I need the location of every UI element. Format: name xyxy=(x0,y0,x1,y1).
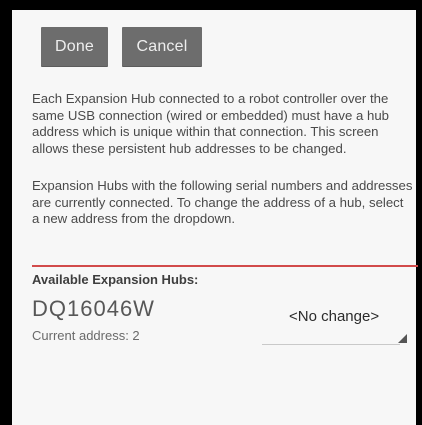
dropdown-arrow-icon xyxy=(398,334,407,343)
hub-serial-number: DQ16046W xyxy=(32,296,155,321)
description-paragraph-1: Each Expansion Hub connected to a robot … xyxy=(32,91,389,156)
hub-address-dropdown[interactable]: <No change> xyxy=(262,300,414,360)
toolbar: Done Cancel xyxy=(12,10,416,82)
available-hubs-heading: Available Expansion Hubs: xyxy=(32,272,199,287)
dropdown-underline xyxy=(262,344,400,345)
top-border xyxy=(0,0,422,10)
description-paragraph-2: Expansion Hubs with the following serial… xyxy=(32,178,413,226)
done-button[interactable]: Done xyxy=(41,27,108,67)
hub-current-address: Current address: 2 xyxy=(32,328,140,343)
right-border xyxy=(416,0,422,425)
left-border xyxy=(0,0,12,425)
dropdown-selected-value: <No change> xyxy=(289,308,380,325)
screen-frame: Done Cancel Each Expansion Hub connected… xyxy=(0,0,422,425)
expansion-hub-address-panel: Done Cancel Each Expansion Hub connected… xyxy=(12,10,418,425)
cancel-button[interactable]: Cancel xyxy=(122,27,202,67)
section-divider xyxy=(32,265,418,267)
